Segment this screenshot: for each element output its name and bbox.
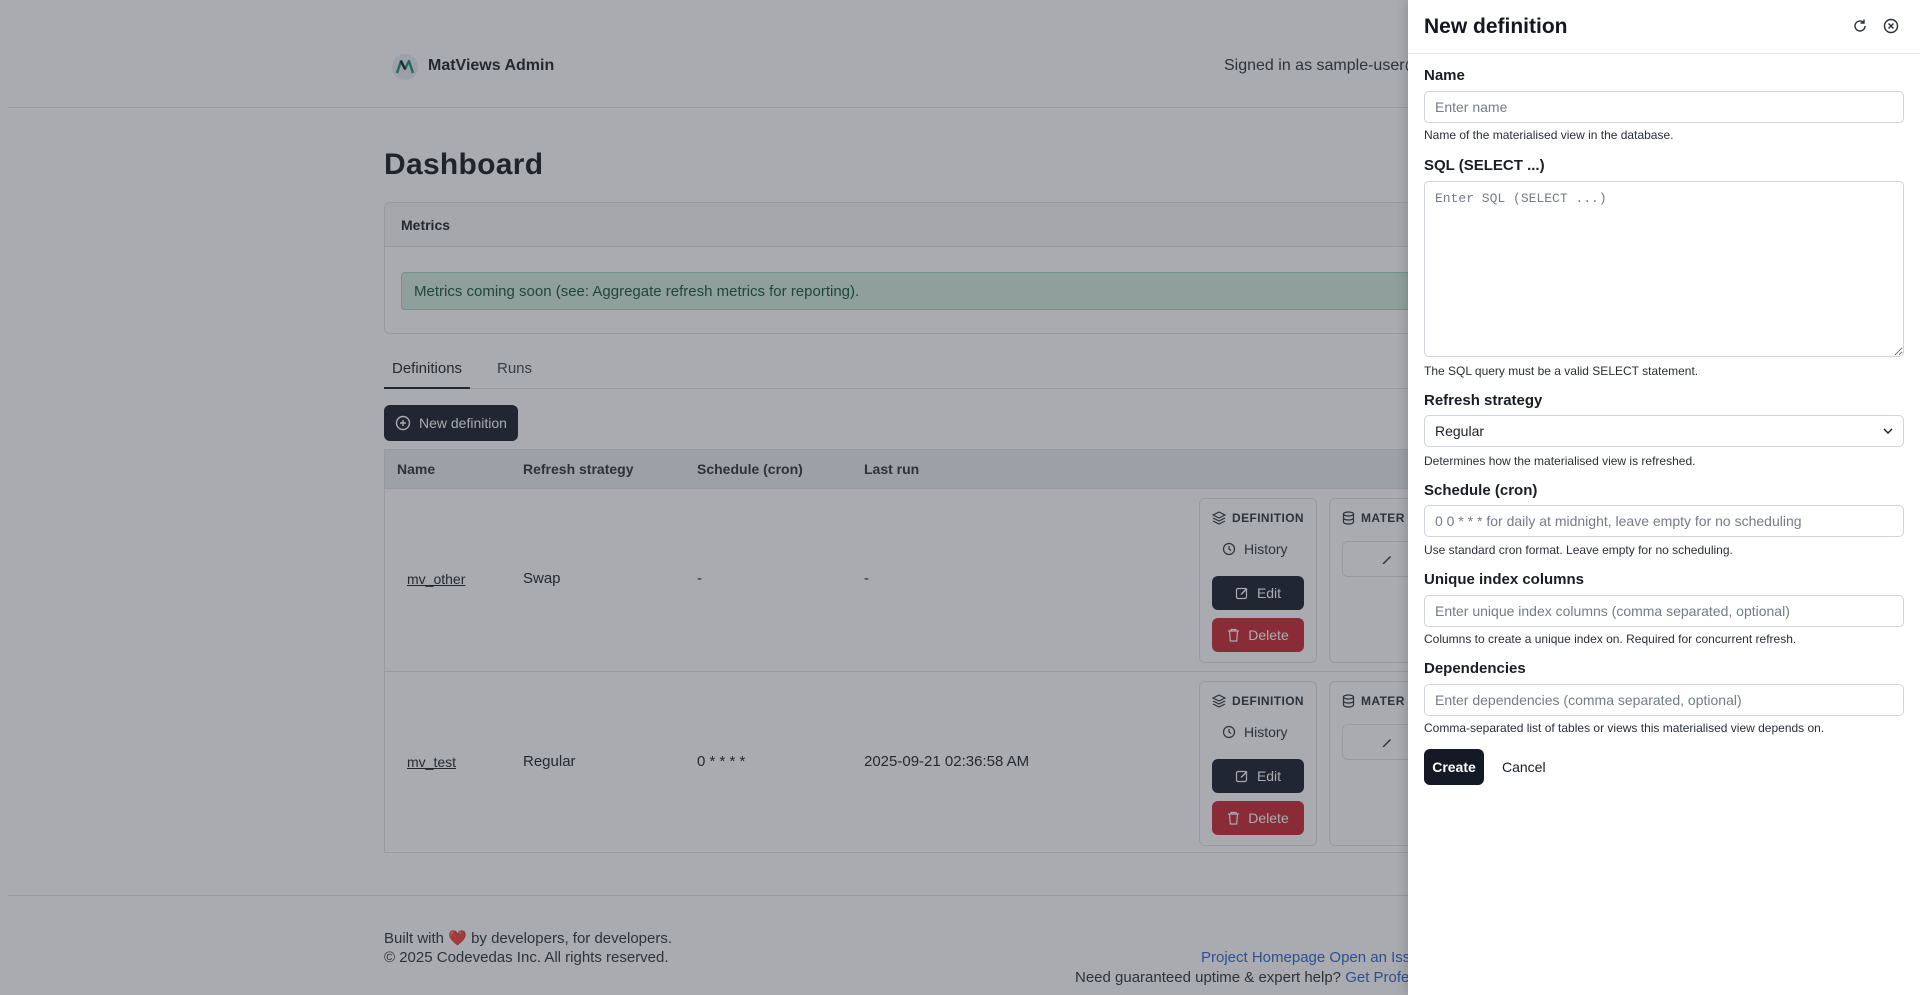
new-definition-drawer: New definition Name Name of the material… (1408, 0, 1920, 995)
refresh-strategy-help: Determines how the materialised view is … (1424, 454, 1696, 468)
schedule-help: Use standard cron format. Leave empty fo… (1424, 543, 1733, 557)
close-icon[interactable] (1882, 17, 1900, 35)
refresh-strategy-value: Regular (1435, 423, 1485, 439)
sql-textarea[interactable] (1424, 181, 1904, 357)
dependencies-label: Dependencies (1424, 660, 1526, 677)
unique-index-help: Columns to create a unique index on. Req… (1424, 632, 1797, 646)
schedule-label: Schedule (cron) (1424, 482, 1538, 499)
name-label: Name (1424, 67, 1465, 84)
sql-label: SQL (SELECT ...) (1424, 157, 1545, 174)
refresh-strategy-label: Refresh strategy (1424, 392, 1543, 409)
sql-help: The SQL query must be a valid SELECT sta… (1424, 364, 1699, 378)
dependencies-input[interactable] (1424, 684, 1904, 716)
dependencies-help: Comma-separated list of tables or views … (1424, 721, 1825, 735)
create-button[interactable]: Create (1424, 749, 1484, 785)
modal-backdrop[interactable] (0, 0, 1408, 995)
unique-index-input[interactable] (1424, 595, 1904, 627)
cancel-button[interactable]: Cancel (1502, 759, 1546, 775)
refresh-strategy-select[interactable]: Regular (1424, 415, 1904, 447)
name-input[interactable] (1424, 91, 1904, 123)
unique-index-label: Unique index columns (1424, 571, 1585, 588)
drawer-title: New definition (1424, 15, 1568, 38)
refresh-icon[interactable] (1851, 17, 1869, 35)
schedule-input[interactable] (1424, 505, 1904, 537)
drawer-header: New definition (1408, 0, 1920, 54)
chevron-down-icon (1883, 428, 1893, 434)
name-help: Name of the materialised view in the dat… (1424, 128, 1674, 142)
